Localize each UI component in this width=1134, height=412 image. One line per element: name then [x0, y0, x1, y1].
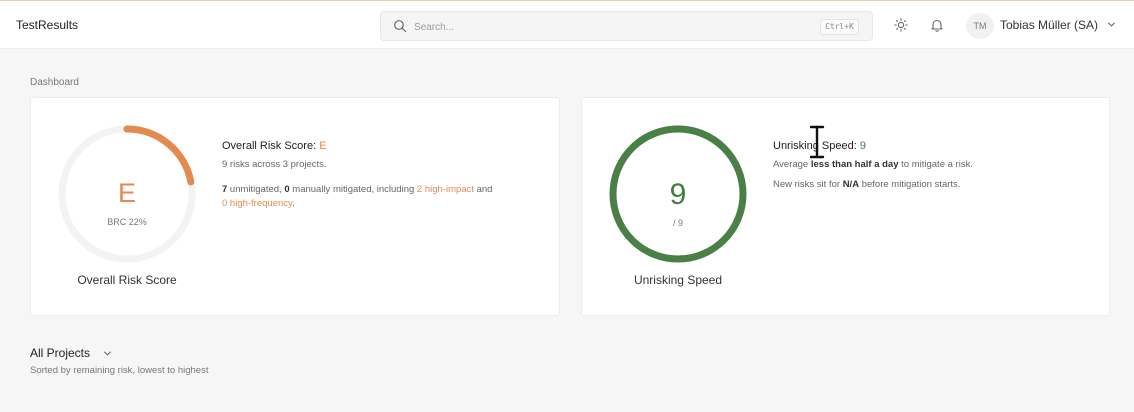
high-impact-link[interactable]: 2 high-impact: [417, 184, 474, 195]
risk-breakdown: 7 unmitigated, 0 manually mitigated, inc…: [222, 184, 493, 195]
unrisking-speed-gauge: 9 / 9: [609, 125, 747, 263]
risk-score-caption: Overall Risk Score: [77, 273, 177, 287]
search-box[interactable]: Ctrl+K: [380, 11, 873, 41]
unrisking-speed-card: 9 / 9 Unrisking Speed Unrisking Speed: 9…: [581, 97, 1110, 316]
app-title[interactable]: TestResults: [16, 18, 78, 32]
risk-breakdown-cont: 0 high-frequency.: [222, 198, 295, 209]
user-avatar[interactable]: TM: [966, 13, 994, 39]
new-risk-wait-time: New risks sit for N/A before mitigation …: [773, 179, 961, 190]
unrisking-speed-title: Unrisking Speed: 9: [773, 140, 866, 152]
risk-score-title: Overall Risk Score: E: [222, 140, 327, 152]
projects-sort-description: Sorted by remaining risk, lowest to high…: [30, 365, 209, 376]
chevron-down-icon[interactable]: [1107, 20, 1116, 29]
chevron-down-icon[interactable]: [103, 349, 112, 358]
overall-risk-score-card: E BRC 22% Overall Risk Score Overall Ris…: [30, 97, 560, 316]
unrisking-speed-caption: Unrisking Speed: [633, 273, 723, 287]
risk-grade: E: [118, 178, 136, 208]
theme-toggle-sun-icon[interactable]: [894, 18, 908, 32]
search-input[interactable]: [414, 18, 774, 36]
all-projects-dropdown[interactable]: All Projects: [30, 346, 90, 360]
text-cursor-icon: [809, 125, 825, 159]
risk-score-details: Overall Risk Score: E 9 risks across 3 p…: [222, 140, 492, 209]
speed-value: 9: [670, 178, 687, 211]
risk-summary: 9 risks across 3 projects.: [222, 159, 327, 170]
speed-denominator: / 9: [673, 218, 683, 228]
breadcrumb: Dashboard: [30, 77, 79, 88]
search-icon: [394, 20, 407, 33]
risk-brc: BRC 22%: [107, 217, 147, 227]
average-mitigation-time: Average less than half a day to mitigate…: [773, 159, 973, 170]
search-shortcut-badge: Ctrl+K: [820, 19, 859, 35]
top-bar: TestResults Ctrl+K TM Tobias Müller (SA): [0, 0, 1134, 49]
unrisking-speed-details: Unrisking Speed: 9 Average less than hal…: [773, 140, 973, 190]
risk-score-gauge: E BRC 22%: [58, 125, 196, 263]
high-frequency-link[interactable]: 0 high-frequency: [222, 198, 292, 209]
notification-bell-icon[interactable]: [930, 18, 944, 32]
user-name[interactable]: Tobias Müller (SA): [1000, 18, 1098, 32]
